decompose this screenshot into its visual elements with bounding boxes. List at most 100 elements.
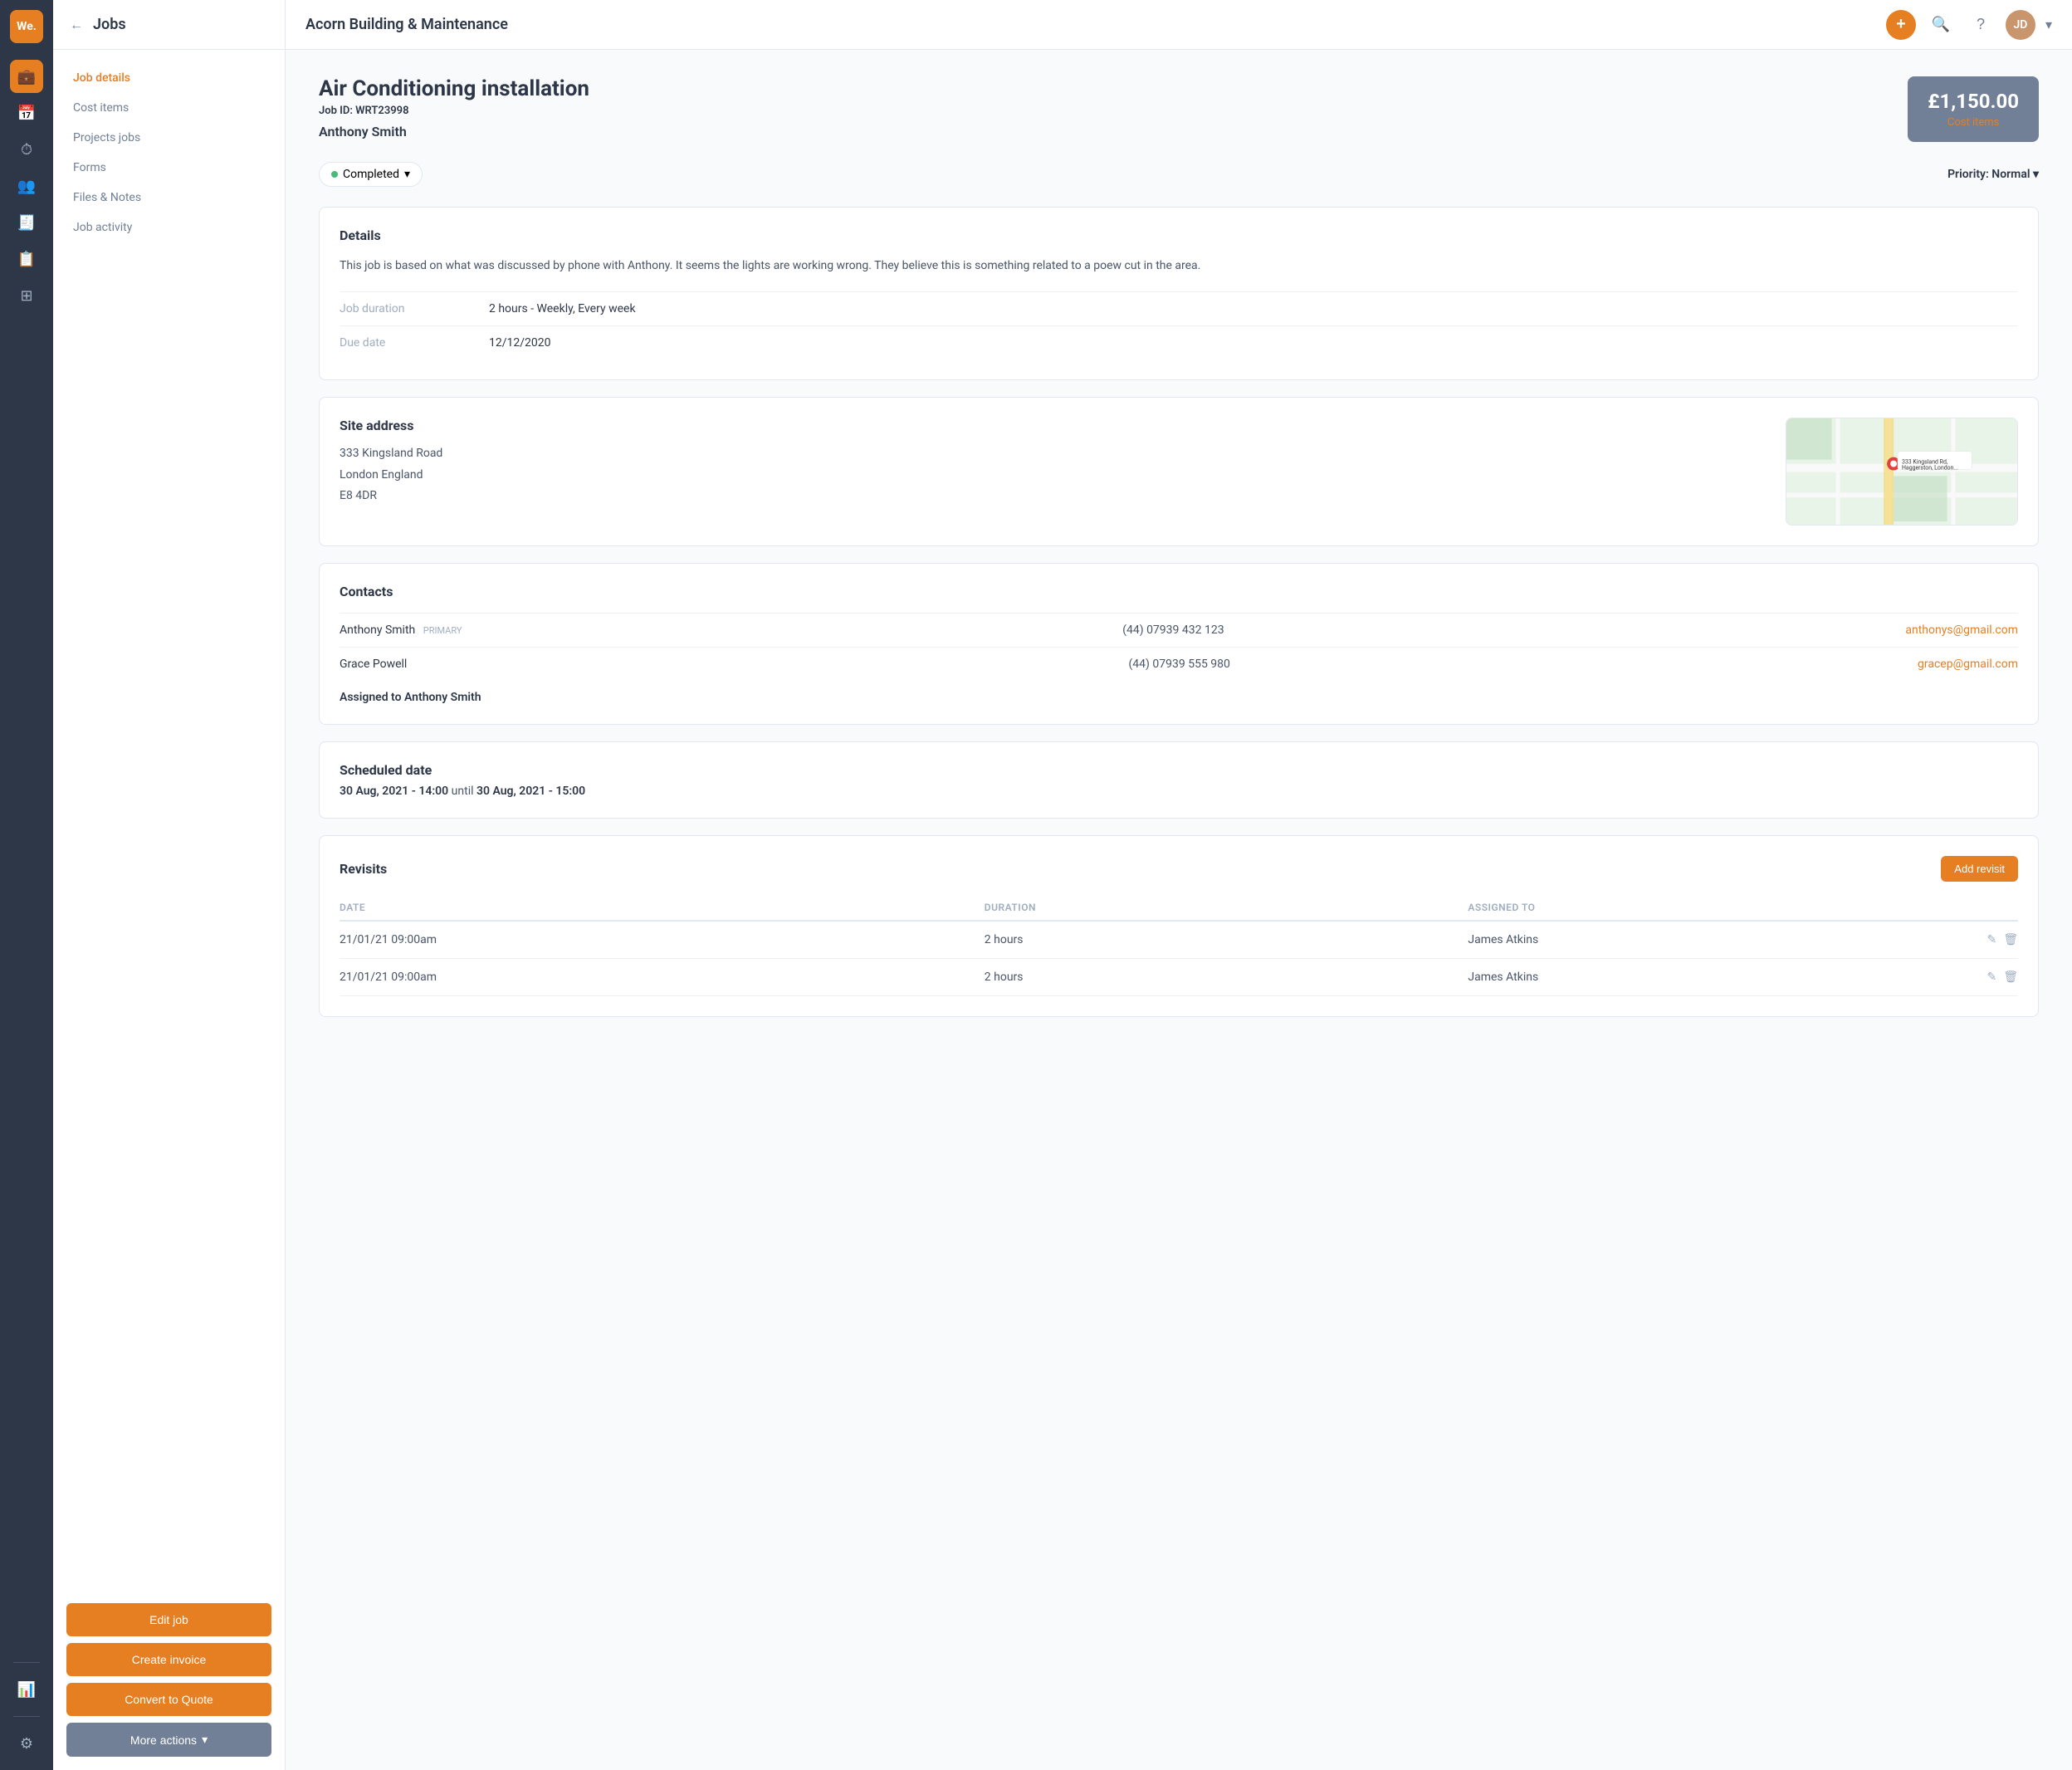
col-date: DATE <box>340 902 985 913</box>
create-invoice-button[interactable]: Create invoice <box>66 1643 271 1676</box>
address-line2: London England <box>340 465 1766 486</box>
due-date-label: Due date <box>340 336 489 350</box>
cost-items-link[interactable]: Cost items <box>1928 116 2019 129</box>
revisits-header: Revisits Add revisit <box>340 856 2018 882</box>
company-name: Acorn Building & Maintenance <box>305 16 1873 33</box>
chevron-down-icon: ▾ <box>202 1733 208 1747</box>
add-button[interactable]: + <box>1886 10 1916 40</box>
due-date-value: 12/12/2020 <box>489 336 551 350</box>
site-section: Site address 333 Kingsland Road London E… <box>340 418 2018 526</box>
job-id: Job ID: WRT23998 <box>319 105 589 117</box>
map-placeholder[interactable]: 333 Kingsland Rd, Haggerston, London... <box>1786 418 2018 526</box>
revisits-title: Revisits <box>340 861 387 877</box>
scheduled-start: 30 Aug, 2021 - 14:00 <box>340 785 448 798</box>
status-chevron-icon: ▾ <box>404 168 410 181</box>
details-section: Details This job is based on what was di… <box>319 207 2039 380</box>
col-duration: DURATION <box>985 902 1468 913</box>
table-header: DATE DURATION ASSIGNED TO <box>340 895 2018 922</box>
edit-icon-1[interactable]: ✎ <box>1986 971 1996 984</box>
contacts-title: Contacts <box>340 584 2018 599</box>
contact-row-1: Grace Powell (44) 07939 555 980 gracep@g… <box>340 647 2018 681</box>
nav-invoice-icon[interactable]: 🧾 <box>10 206 43 239</box>
contacts-section: Contacts Anthony Smith PRIMARY (44) 0793… <box>319 563 2039 725</box>
site-address-text: 333 Kingsland Road London England E8 4DR <box>340 443 1766 506</box>
priority-text: Priority: Normal ▾ <box>1947 168 2039 181</box>
priority-value[interactable]: Normal <box>1991 168 2030 181</box>
more-actions-label: More actions <box>130 1733 197 1747</box>
status-badge[interactable]: Completed ▾ <box>319 162 423 187</box>
nav-files-notes[interactable]: Files & Notes <box>53 183 285 213</box>
nav-job-details[interactable]: Job details <box>53 63 285 93</box>
sidebar-divider <box>13 1662 40 1663</box>
nav-chart-icon[interactable]: 📊 <box>10 1673 43 1706</box>
status-row: Completed ▾ Priority: Normal ▾ <box>319 162 2039 187</box>
job-header: Air Conditioning installation Job ID: WR… <box>319 76 2039 142</box>
nav-job-activity[interactable]: Job activity <box>53 213 285 242</box>
scheduled-title: Scheduled date <box>340 762 2018 778</box>
svg-text:Haggerston, London...: Haggerston, London... <box>1902 465 1958 472</box>
avatar[interactable]: JD <box>2006 10 2035 40</box>
back-label[interactable]: Jobs <box>93 16 126 33</box>
address-line3: E8 4DR <box>340 486 1766 506</box>
left-nav: Job details Cost items Projects jobs For… <box>53 50 285 1590</box>
header-icons: + 🔍 ? JD ▾ <box>1886 10 2052 40</box>
price-amount: £1,150.00 <box>1928 90 2019 113</box>
scheduled-section: Scheduled date 30 Aug, 2021 - 14:00 unti… <box>319 741 2039 819</box>
back-arrow-icon[interactable]: ← <box>70 17 83 33</box>
row1-duration: 2 hours <box>985 971 1468 984</box>
row0-date: 21/01/21 09:00am <box>340 933 985 946</box>
row1-assigned: James Atkins <box>1468 971 1952 984</box>
convert-to-quote-button[interactable]: Convert to Quote <box>66 1683 271 1716</box>
details-description: This job is based on what was discussed … <box>340 257 2018 275</box>
add-revisit-button[interactable]: Add revisit <box>1941 856 2018 882</box>
scheduled-dates: 30 Aug, 2021 - 14:00 until 30 Aug, 2021 … <box>340 785 2018 798</box>
nav-people-icon[interactable]: 👥 <box>10 169 43 203</box>
app-logo: We. <box>10 10 43 43</box>
trash-icon-0[interactable]: 🗑 <box>2003 933 2018 946</box>
contact-email-0[interactable]: anthonys@gmail.com <box>1905 623 2018 637</box>
table-row: 21/01/21 09:00am 2 hours James Atkins ✎ … <box>340 922 2018 959</box>
col-assigned: ASSIGNED TO <box>1468 902 1952 913</box>
contact-name-0: Anthony Smith PRIMARY <box>340 623 1122 637</box>
nav-jobs-icon[interactable]: 💼 <box>10 60 43 93</box>
price-box: £1,150.00 Cost items <box>1908 76 2039 142</box>
edit-job-button[interactable]: Edit job <box>66 1603 271 1636</box>
search-button[interactable]: 🔍 <box>1926 10 1956 40</box>
row1-date: 21/01/21 09:00am <box>340 971 985 984</box>
row1-actions: ✎ 🗑 <box>1952 971 2018 984</box>
details-title: Details <box>340 227 2018 243</box>
contact-email-1[interactable]: gracep@gmail.com <box>1918 658 2018 671</box>
nav-list-icon[interactable]: 📋 <box>10 242 43 276</box>
main-area: Acorn Building & Maintenance + 🔍 ? JD ▾ … <box>286 0 2072 1770</box>
trash-icon-1[interactable]: 🗑 <box>2003 971 2018 984</box>
nav-settings-icon[interactable]: ⚙ <box>10 1727 43 1760</box>
help-button[interactable]: ? <box>1966 10 1996 40</box>
contact-name-1: Grace Powell <box>340 658 1129 671</box>
revisits-section: Revisits Add revisit DATE DURATION ASSIG… <box>319 835 2039 1017</box>
job-title: Air Conditioning installation <box>319 76 589 101</box>
chevron-down-icon[interactable]: ▾ <box>2045 17 2052 32</box>
site-address-section: Site address 333 Kingsland Road London E… <box>319 397 2039 546</box>
nav-table-icon[interactable]: ⊞ <box>10 279 43 312</box>
nav-clock-icon[interactable]: ⏱ <box>10 133 43 166</box>
scheduled-until: until <box>452 785 476 798</box>
nav-projects-jobs[interactable]: Projects jobs <box>53 123 285 153</box>
contact-phone-0: (44) 07939 432 123 <box>1122 623 1905 637</box>
row0-assigned: James Atkins <box>1468 933 1952 946</box>
left-panel-header: ← Jobs <box>53 0 285 50</box>
icon-sidebar: We. 💼 📅 ⏱ 👥 🧾 📋 ⊞ 📊 ⚙ <box>0 0 53 1770</box>
nav-cost-items[interactable]: Cost items <box>53 93 285 123</box>
content-area: Air Conditioning installation Job ID: WR… <box>286 50 2072 1770</box>
nav-calendar-icon[interactable]: 📅 <box>10 96 43 130</box>
duration-label: Job duration <box>340 302 489 315</box>
duration-row: Job duration 2 hours - Weekly, Every wee… <box>340 291 2018 325</box>
contact-phone-1: (44) 07939 555 980 <box>1129 658 1918 671</box>
col-actions <box>1952 902 2018 913</box>
nav-forms[interactable]: Forms <box>53 153 285 183</box>
edit-icon-0[interactable]: ✎ <box>1986 933 1996 946</box>
table-row: 21/01/21 09:00am 2 hours James Atkins ✎ … <box>340 959 2018 996</box>
more-actions-button[interactable]: More actions ▾ <box>66 1723 271 1757</box>
contact-badge-0: PRIMARY <box>423 625 462 636</box>
duration-value: 2 hours - Weekly, Every week <box>489 302 636 315</box>
customer-name: Anthony Smith <box>319 124 589 139</box>
